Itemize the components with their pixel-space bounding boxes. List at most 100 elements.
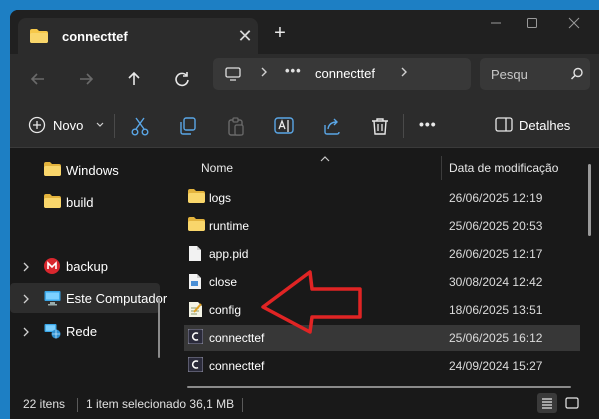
file-row-app-pid[interactable]: app.pid 26/06/2025 12:17 bbox=[184, 241, 580, 267]
details-view-button[interactable] bbox=[537, 393, 557, 413]
plus-circle-icon bbox=[28, 116, 46, 134]
file-explorer-window: connecttef ✕ + ••• connecttef Pesqu Novo… bbox=[10, 10, 599, 419]
column-header-name[interactable]: Nome bbox=[201, 161, 233, 175]
details-pane-button[interactable]: Detalhes bbox=[490, 104, 590, 146]
file-list-pane: Nome Data de modificação logs 26/06/2025… bbox=[170, 148, 599, 391]
status-divider bbox=[242, 398, 243, 412]
details-pane-label: Detalhes bbox=[519, 118, 571, 133]
up-button[interactable] bbox=[121, 66, 147, 92]
sidebar-item-label: backup bbox=[66, 259, 108, 274]
chevron-right-icon[interactable] bbox=[399, 65, 409, 82]
copy-button[interactable] bbox=[174, 104, 202, 146]
tab-connecttef[interactable]: connecttef ✕ bbox=[18, 18, 258, 54]
file-name: runtime bbox=[209, 219, 250, 233]
back-button[interactable] bbox=[25, 66, 51, 92]
item-count: 22 itens bbox=[23, 397, 66, 411]
file-row-connecttef-selected[interactable]: connecttef 25/06/2025 16:12 bbox=[184, 325, 580, 351]
file-list-horizontal-scrollbar[interactable] bbox=[187, 386, 571, 388]
column-divider[interactable] bbox=[441, 156, 442, 180]
navigation-bar: ••• connecttef Pesqu bbox=[10, 54, 599, 104]
command-bar: Novo ••• Detalhes bbox=[10, 104, 599, 148]
folder-icon bbox=[188, 217, 205, 234]
thumbnails-view-button[interactable] bbox=[562, 393, 582, 413]
search-icon bbox=[570, 67, 584, 84]
share-icon bbox=[324, 118, 340, 135]
address-bar[interactable]: ••• connecttef bbox=[213, 58, 471, 90]
refresh-button[interactable] bbox=[169, 66, 195, 92]
list-view-icon bbox=[542, 398, 552, 409]
file-date: 24/09/2024 15:27 bbox=[449, 359, 543, 373]
file-date: 25/06/2025 20:53 bbox=[449, 219, 543, 233]
sidebar-scrollbar[interactable] bbox=[158, 298, 160, 358]
folder-icon bbox=[188, 189, 205, 206]
network-icon bbox=[44, 323, 61, 342]
status-bar: 22 itens 1 item selecionado 36,1 MB bbox=[10, 391, 599, 419]
folder-icon bbox=[44, 162, 61, 179]
copy-icon bbox=[180, 117, 196, 135]
search-box[interactable]: Pesqu bbox=[480, 58, 590, 90]
sidebar-item-label: Windows bbox=[66, 163, 119, 178]
status-divider bbox=[77, 398, 78, 412]
chevron-right-icon[interactable] bbox=[22, 326, 30, 340]
file-row-connecttef[interactable]: connecttef 24/09/2024 15:27 bbox=[184, 353, 580, 379]
toolbar-divider bbox=[403, 114, 404, 138]
mega-icon bbox=[44, 258, 60, 277]
breadcrumb-overflow-button[interactable]: ••• bbox=[285, 63, 302, 78]
folder-icon bbox=[44, 194, 61, 211]
sidebar-item-windows[interactable]: Windows bbox=[10, 155, 160, 185]
more-options-button[interactable]: ••• bbox=[416, 104, 444, 146]
chevron-right-icon[interactable] bbox=[259, 65, 269, 82]
toolbar-divider bbox=[114, 114, 115, 138]
forward-button[interactable] bbox=[73, 66, 99, 92]
sidebar-item-label: build bbox=[66, 195, 94, 210]
sidebar-item-network[interactable]: Rede bbox=[10, 316, 160, 346]
this-pc-icon bbox=[44, 290, 61, 309]
app-icon bbox=[187, 328, 204, 347]
tiles-view-icon bbox=[565, 397, 579, 409]
arrow-left-icon bbox=[30, 73, 44, 85]
file-name: connecttef bbox=[209, 359, 265, 373]
close-tab-button[interactable]: ✕ bbox=[234, 25, 256, 47]
file-icon bbox=[188, 245, 202, 265]
sidebar-item-label: Rede bbox=[66, 324, 98, 339]
minimize-button[interactable] bbox=[476, 10, 516, 40]
maximize-button[interactable] bbox=[512, 10, 552, 40]
arrow-up-icon bbox=[128, 71, 140, 85]
new-tab-button[interactable]: + bbox=[268, 22, 292, 46]
folder-icon bbox=[30, 29, 48, 46]
file-date: 25/06/2025 16:12 bbox=[449, 331, 543, 345]
file-row-runtime[interactable]: runtime 25/06/2025 20:53 bbox=[184, 213, 580, 239]
monitor-icon bbox=[225, 66, 241, 85]
cut-button[interactable] bbox=[126, 104, 154, 146]
chevron-right-icon[interactable] bbox=[22, 293, 30, 307]
file-row-logs[interactable]: logs 26/06/2025 12:19 bbox=[184, 185, 580, 211]
share-button[interactable] bbox=[318, 104, 346, 146]
sidebar-item-backup[interactable]: backup bbox=[10, 251, 160, 281]
paste-button[interactable] bbox=[222, 104, 250, 146]
file-date: 18/06/2025 13:51 bbox=[449, 303, 543, 317]
rename-icon bbox=[274, 117, 294, 134]
chevron-right-icon[interactable] bbox=[22, 261, 30, 275]
app-icon bbox=[187, 356, 204, 375]
file-row-close[interactable]: close 30/08/2024 12:42 bbox=[184, 269, 580, 295]
delete-button[interactable] bbox=[366, 104, 394, 146]
file-row-config[interactable]: config 18/06/2025 13:51 bbox=[184, 297, 580, 323]
navigation-pane: Windows build backup Este Computador Red… bbox=[10, 148, 167, 391]
refresh-icon bbox=[175, 72, 189, 87]
sidebar-item-this-pc[interactable]: Este Computador bbox=[10, 283, 167, 313]
sort-ascending-icon bbox=[320, 151, 330, 165]
file-name: app.pid bbox=[209, 247, 249, 261]
tab-title: connecttef bbox=[62, 29, 128, 44]
file-name: close bbox=[209, 275, 238, 289]
column-header-date-modified[interactable]: Data de modificação bbox=[449, 161, 558, 175]
close-window-button[interactable] bbox=[554, 10, 594, 40]
file-name: logs bbox=[209, 191, 232, 205]
new-button[interactable]: Novo bbox=[22, 104, 112, 146]
file-date: 26/06/2025 12:17 bbox=[449, 247, 543, 261]
rename-button[interactable] bbox=[270, 104, 298, 146]
sidebar-item-label: Este Computador bbox=[66, 291, 168, 306]
file-list-vertical-scrollbar[interactable] bbox=[588, 164, 591, 236]
search-placeholder[interactable]: Pesqu bbox=[491, 67, 528, 82]
sidebar-item-build[interactable]: build bbox=[10, 187, 160, 217]
breadcrumb-connecttef[interactable]: connecttef bbox=[315, 66, 375, 81]
